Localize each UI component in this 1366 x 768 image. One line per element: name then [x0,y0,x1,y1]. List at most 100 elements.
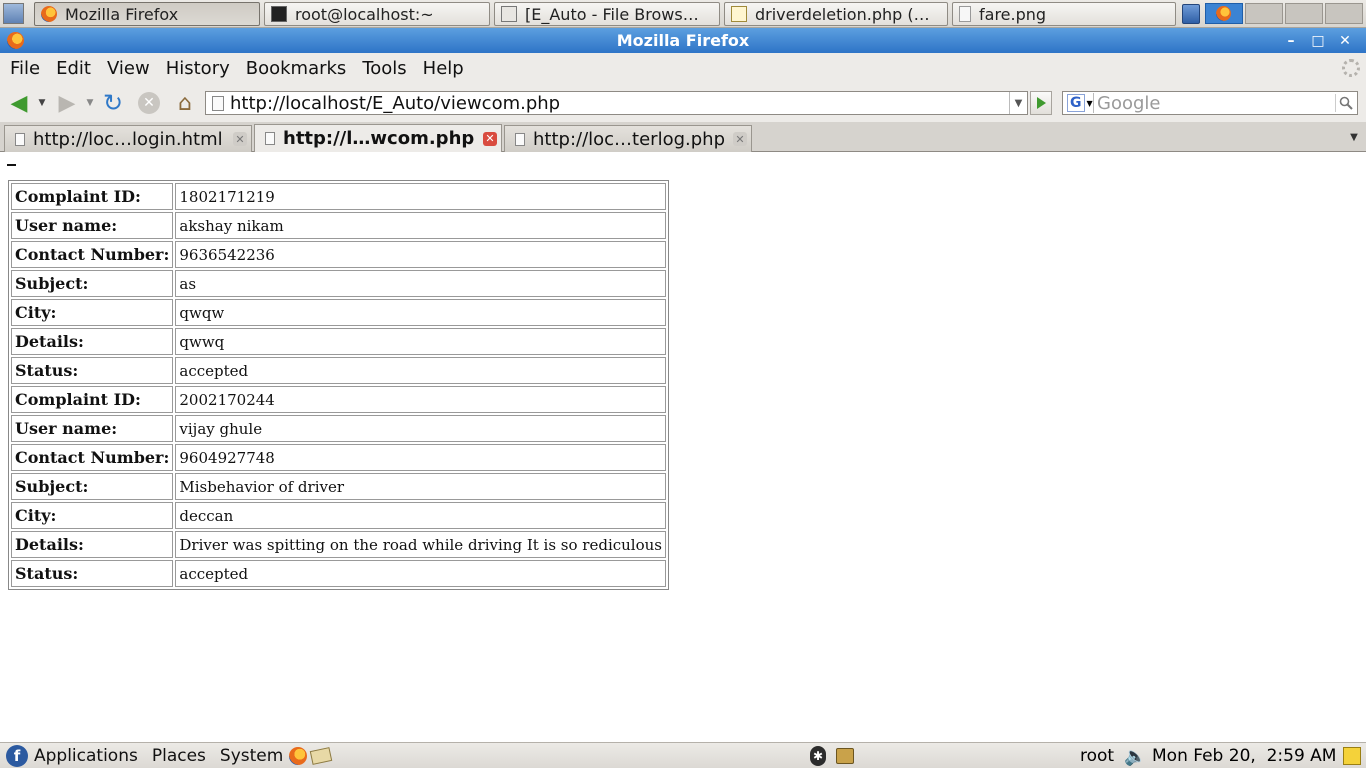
field-label: Complaint ID: [11,183,174,210]
workspace-2[interactable] [1245,3,1283,24]
table-row: Details: qwwq [11,328,666,355]
file-browser-icon [501,6,517,22]
menu-help[interactable]: Help [415,58,472,79]
stray-underscore [7,164,16,166]
clock[interactable]: Mon Feb 20, 2:59 AM [1152,746,1336,766]
back-button[interactable]: ◀ [6,91,32,116]
tab-list-dropdown-icon[interactable]: ▼ [1346,128,1362,146]
field-label: User name: [11,212,174,239]
field-value: akshay nikam [175,212,666,239]
table-row: User name: akshay nikam [11,212,666,239]
top-panel: Mozilla Firefox root@localhost:~ [E_Auto… [0,0,1366,28]
maximize-button[interactable]: □ [1307,30,1329,51]
firefox-icon [41,6,57,22]
field-value: 1802171219 [175,183,666,210]
menu-view[interactable]: View [99,58,158,79]
taskbar-window-label: driverdeletion.php (… [755,4,930,24]
close-tab-icon[interactable]: ✕ [483,131,497,146]
applications-menu[interactable]: Applications [34,746,138,766]
field-label: Status: [11,357,174,384]
forward-history-dropdown-icon[interactable]: ▼ [84,91,96,115]
page-icon [265,132,275,145]
field-value: 9636542236 [175,241,666,268]
search-input[interactable] [1097,93,1333,113]
tab-label: http://l…wcom.php [283,128,475,149]
user-name[interactable]: root [1080,746,1114,766]
navigation-toolbar: ◀ ▼ ▶ ▼ ↻ ✕ ⌂ http://localhost/E_Auto/vi… [0,83,1366,122]
field-value: as [175,270,666,297]
field-value: vijay ghule [175,415,666,442]
table-row: City: deccan [11,502,666,529]
table-row: Contact Number: 9604927748 [11,444,666,471]
taskbar-window-text-editor[interactable]: driverdeletion.php (… [724,2,948,26]
system-menu[interactable]: System [220,746,283,766]
taskbar-window-firefox[interactable]: Mozilla Firefox [34,2,260,26]
taskbar-window-label: Mozilla Firefox [65,4,179,24]
trash-icon[interactable] [1182,4,1200,24]
minimize-button[interactable]: – [1280,30,1302,51]
firefox-icon[interactable] [7,32,24,49]
fedora-logo-icon[interactable]: f [6,744,28,767]
table-row: User name: vijay ghule [11,415,666,442]
field-value: accepted [175,357,666,384]
menu-history[interactable]: History [158,58,238,79]
page-icon [15,132,25,146]
stop-button[interactable]: ✕ [136,91,162,115]
close-button[interactable]: ✕ [1334,30,1356,51]
bluetooth-icon[interactable]: ✱ [810,746,826,766]
forward-button[interactable]: ▶ [54,91,80,116]
tab-terlog[interactable]: http://loc…terlog.php ✕ [504,125,752,152]
page-icon [515,132,525,146]
menu-file[interactable]: File [2,58,48,79]
table-row: Contact Number: 9636542236 [11,241,666,268]
workspace-4[interactable] [1325,3,1363,24]
notes-icon[interactable] [1343,746,1361,766]
go-button[interactable] [1030,91,1052,115]
tab-label: http://loc…terlog.php [533,128,726,150]
search-bar: G ▼ [1062,91,1358,115]
close-tab-icon[interactable]: ✕ [733,132,747,146]
taskbar-window-image[interactable]: fare.png [952,2,1176,26]
menu-edit[interactable]: Edit [48,58,99,79]
field-label: Contact Number: [11,444,174,471]
menu-tools[interactable]: Tools [354,58,414,79]
search-icon[interactable] [1335,94,1355,112]
table-row: Status: accepted [11,560,666,587]
taskbar-window-label: [E_Auto - File Brows… [525,4,699,24]
url-history-dropdown-icon[interactable]: ▼ [1009,92,1027,114]
show-desktop-icon[interactable] [3,3,24,24]
tab-login[interactable]: http://loc…login.html ✕ [4,125,252,152]
table-row: Complaint ID: 2002170244 [11,386,666,413]
reload-button[interactable]: ↻ [100,89,126,117]
page-content: Complaint ID: 1802171219 User name: akshay … [0,152,1366,742]
menu-bookmarks[interactable]: Bookmarks [238,58,355,79]
taskbar-window-file-browser[interactable]: [E_Auto - File Brows… [494,2,720,26]
close-tab-icon[interactable]: ✕ [233,132,247,146]
search-engine-button[interactable]: G ▼ [1064,93,1094,113]
field-label: Details: [11,328,174,355]
home-button[interactable]: ⌂ [172,91,198,116]
places-menu[interactable]: Places [152,746,206,766]
mail-launcher-icon[interactable] [310,746,333,765]
update-notifier-icon[interactable] [836,746,854,766]
url-bar[interactable]: http://localhost/E_Auto/viewcom.php ▼ [205,91,1028,115]
firefox-launcher-icon[interactable] [289,746,308,765]
workspace-3[interactable] [1285,3,1323,24]
field-label: Subject: [11,473,174,500]
field-value: Driver was spitting on the road while dr… [175,531,666,558]
url-text[interactable]: http://localhost/E_Auto/viewcom.php [224,93,560,114]
terminal-icon [271,6,287,22]
tab-viewcom[interactable]: http://l…wcom.php ✕ [254,124,502,152]
field-label: City: [11,299,174,326]
field-label: Contact Number: [11,241,174,268]
back-history-dropdown-icon[interactable]: ▼ [36,91,48,115]
workspace-1[interactable] [1205,3,1243,24]
field-label: User name: [11,415,174,442]
taskbar-window-terminal[interactable]: root@localhost:~ [264,2,490,26]
volume-icon[interactable]: 🔈 [1124,746,1146,767]
field-value: deccan [175,502,666,529]
field-label: City: [11,502,174,529]
menubar: File Edit View History Bookmarks Tools H… [0,53,1366,83]
field-value: 2002170244 [175,386,666,413]
field-value: qwwq [175,328,666,355]
